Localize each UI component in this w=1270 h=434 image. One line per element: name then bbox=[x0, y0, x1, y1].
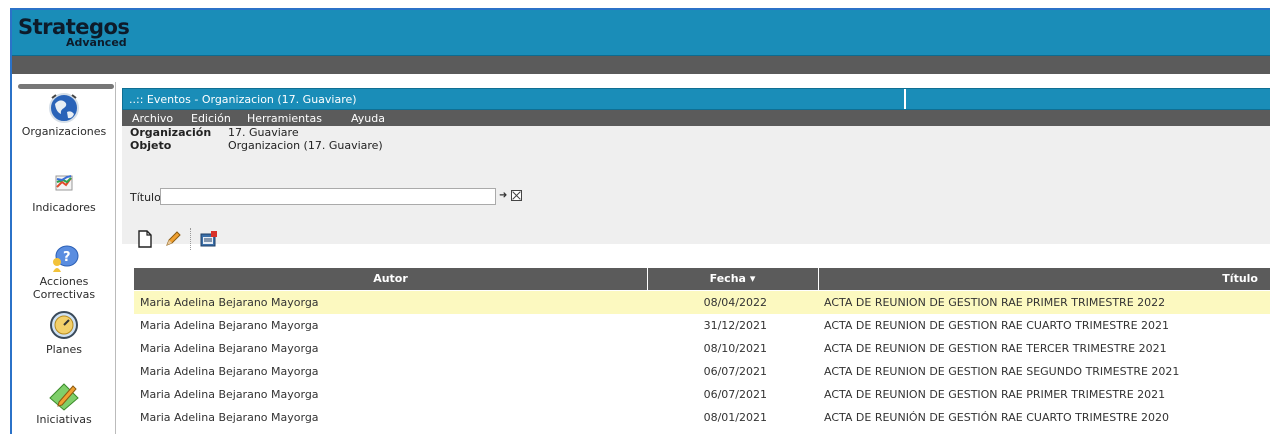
chart-icon bbox=[47, 168, 81, 198]
sidebar-item-label: Planes bbox=[46, 343, 82, 356]
sidebar-collapse-handle[interactable] bbox=[18, 84, 114, 89]
menu-archivo[interactable]: Archivo bbox=[132, 112, 173, 125]
menu-edicion[interactable]: Edición bbox=[191, 112, 231, 125]
sort-desc-icon: ▾ bbox=[749, 272, 756, 285]
menu-bar: Archivo Edición Herramientas Ayuda bbox=[122, 110, 1270, 126]
panel-title: ..:: Eventos - Organizacion (17. Guaviar… bbox=[129, 93, 357, 106]
menu-ayuda[interactable]: Ayuda bbox=[351, 112, 385, 125]
person-question-icon: ? bbox=[47, 242, 81, 272]
edit-pencil-icon[interactable] bbox=[164, 230, 182, 248]
sidebar-item-label: Indicadores bbox=[32, 201, 96, 214]
new-document-icon[interactable] bbox=[136, 230, 154, 248]
app-header: Strategos Advanced bbox=[12, 10, 1270, 56]
info-area: Organización 17. Guaviare Objeto Organizac… bbox=[122, 126, 1270, 250]
app-edition: Advanced bbox=[66, 36, 127, 49]
app-window: Strategos Advanced Organizaciones Indica… bbox=[10, 8, 1270, 434]
table-header: Autor Fecha ▾ Título bbox=[134, 268, 1270, 290]
filter-title-input[interactable] bbox=[160, 188, 496, 205]
filter-title-label: Título bbox=[130, 191, 161, 204]
events-table: Autor Fecha ▾ Título Maria Adelina Bejar… bbox=[134, 268, 1270, 434]
table-row[interactable]: Maria Adelina Bejarano Mayorga 31/12/202… bbox=[134, 314, 1270, 337]
sidebar-item-indicadores[interactable]: Indicadores bbox=[12, 168, 116, 214]
info-objeto: Objeto Organizacion (17. Guaviare) bbox=[130, 139, 383, 152]
column-header-titulo[interactable]: Título bbox=[1222, 268, 1258, 290]
sidebar-item-label: Iniciativas bbox=[36, 413, 92, 426]
table-row[interactable]: Maria Adelina Bejarano Mayorga 08/10/202… bbox=[134, 337, 1270, 360]
arrow-right-icon[interactable]: ➜ bbox=[499, 188, 511, 204]
sidebar-item-acciones-correctivas[interactable]: ? Acciones Correctivas bbox=[12, 242, 116, 301]
table-row[interactable]: Maria Adelina Bejarano Mayorga 06/07/202… bbox=[134, 360, 1270, 383]
sidebar-item-planes[interactable]: Planes bbox=[12, 310, 116, 356]
globe-icon bbox=[47, 92, 81, 123]
sidebar: Organizaciones Indicadores ? Acciones Co… bbox=[12, 82, 116, 434]
info-organizacion: Organización 17. Guaviare bbox=[130, 126, 299, 139]
sidebar-item-label: Organizaciones bbox=[21, 125, 107, 138]
sidebar-item-iniciativas[interactable]: Iniciativas bbox=[12, 380, 116, 426]
menu-herramientas[interactable]: Herramientas bbox=[247, 112, 322, 125]
panel-title-bar: ..:: Eventos - Organizacion (17. Guaviar… bbox=[122, 88, 1270, 110]
table-row[interactable]: Maria Adelina Bejarano Mayorga 08/04/202… bbox=[134, 291, 1270, 314]
table-row[interactable]: Maria Adelina Bejarano Mayorga 08/01/202… bbox=[134, 406, 1270, 429]
sidebar-item-label: Acciones Correctivas bbox=[32, 275, 96, 301]
events-panel: ..:: Eventos - Organizacion (17. Guaviar… bbox=[122, 88, 1270, 434]
top-toolbar bbox=[12, 56, 1270, 74]
sidebar-item-organizaciones[interactable]: Organizaciones bbox=[12, 92, 116, 138]
svg-text:?: ? bbox=[63, 250, 71, 265]
column-header-autor[interactable]: Autor bbox=[134, 268, 647, 290]
pencil-diamond-icon bbox=[47, 380, 81, 411]
compass-icon bbox=[47, 310, 81, 340]
column-header-fecha[interactable]: Fecha ▾ bbox=[647, 268, 818, 290]
clear-box-icon[interactable] bbox=[511, 190, 522, 201]
table-row[interactable]: Maria Adelina Bejarano Mayorga 06/07/202… bbox=[134, 383, 1270, 406]
manage-calendar-icon[interactable] bbox=[200, 230, 218, 248]
